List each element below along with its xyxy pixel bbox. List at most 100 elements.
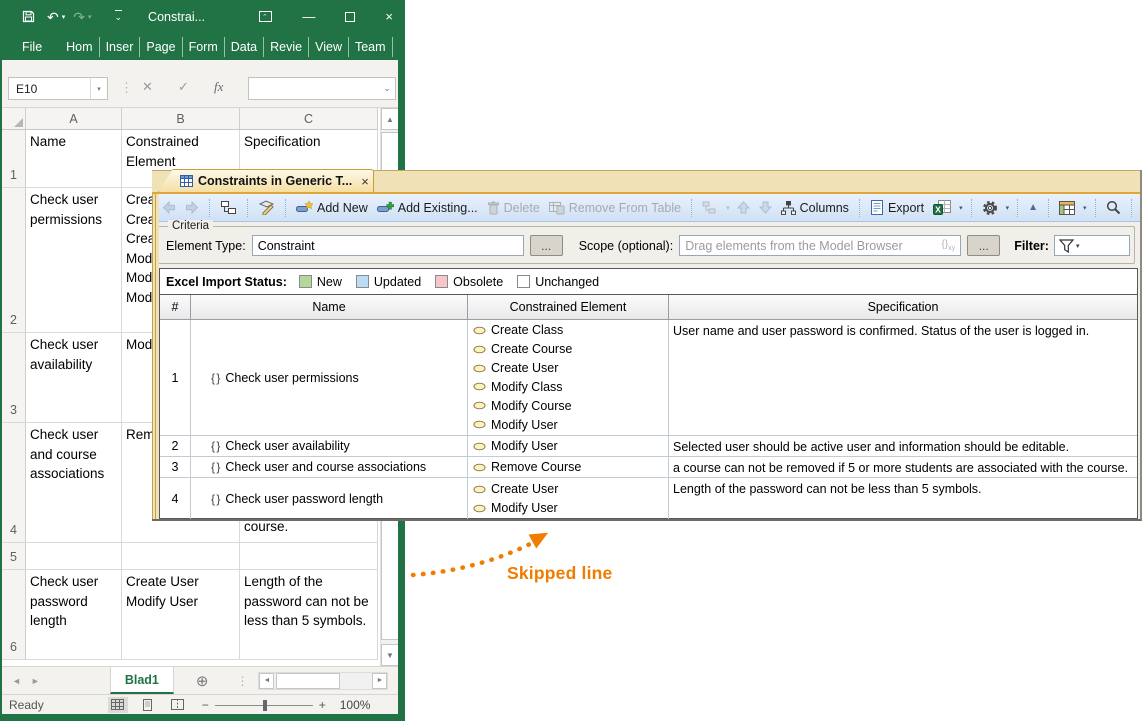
constrained-elements-cell[interactable]: Create Class Create Course Create User Modi… [468, 320, 669, 436]
ribbon-tab-revie[interactable]: Revie [263, 36, 308, 57]
name-box[interactable]: E10 ▾ [8, 77, 108, 100]
specification-cell[interactable]: Selected user should be active user and … [669, 436, 1137, 457]
spreadsheet-cell[interactable] [26, 543, 122, 570]
minimize-icon[interactable]: — [302, 10, 315, 23]
table-row[interactable]: 2 { } Check user availability Modify Use… [160, 436, 1137, 457]
table-view-dropdown-icon[interactable]: ▾ [1083, 204, 1087, 212]
ribbon-tab-team[interactable]: Team [347, 36, 392, 57]
more-ribbon-tabs-icon[interactable]: › [451, 39, 457, 54]
options-gear-icon[interactable] [980, 200, 1000, 216]
insert-function-icon[interactable]: fx [214, 79, 223, 95]
use-case-item[interactable]: Create User [473, 359, 668, 378]
use-case-item[interactable]: Create Class [473, 321, 668, 340]
use-case-item[interactable]: Modify User [473, 437, 668, 455]
row-header[interactable]: 3 [2, 333, 26, 423]
horizontal-scrollbar[interactable]: ◄ ► [258, 671, 389, 690]
undo-dropdown-icon[interactable]: ▾ [62, 13, 66, 21]
row-header[interactable]: 1 [2, 130, 26, 188]
show-in-containment-tree-icon[interactable] [218, 200, 239, 215]
column-header-c[interactable]: C [240, 108, 378, 130]
element-type-input[interactable] [252, 238, 523, 253]
ribbon-tab-file[interactable]: File [16, 37, 48, 57]
ribbon-tab-hom[interactable]: Hom [60, 37, 98, 57]
table-row[interactable]: 3 { } Check user and course associations… [160, 457, 1137, 478]
header-name[interactable]: Name [191, 295, 468, 320]
spreadsheet-cell[interactable]: Check user permissions [26, 188, 122, 333]
spreadsheet-cell[interactable]: Length of the password can not be less t… [240, 570, 378, 660]
constrained-elements-cell[interactable]: Remove Course [468, 457, 669, 478]
edit-specification-icon[interactable] [256, 200, 277, 215]
constrained-elements-cell[interactable]: Modify User [468, 436, 669, 457]
select-all-corner[interactable] [2, 108, 26, 130]
row-header[interactable]: 6 [2, 570, 26, 660]
ribbon-tab-form[interactable]: Form [181, 36, 224, 57]
spreadsheet-cell[interactable]: Create User Modify User [122, 570, 240, 660]
sync-with-excel-icon[interactable]: X [931, 200, 953, 215]
columns-button[interactable]: Columns [779, 200, 851, 215]
zoom-slider[interactable] [214, 699, 313, 711]
scope-field[interactable]: {}xy [679, 235, 962, 256]
ribbon-tab-inser[interactable]: Inser [98, 36, 140, 57]
column-header-a[interactable]: A [26, 108, 122, 130]
collapse-criteria-icon[interactable]: ▲ [1026, 202, 1040, 213]
scroll-down-icon[interactable]: ▼ [381, 644, 399, 666]
header-specification[interactable]: Specification [669, 295, 1137, 320]
column-header-b[interactable]: B [122, 108, 240, 130]
spreadsheet-cell[interactable] [240, 543, 378, 570]
formula-bar[interactable]: ⌄ [248, 77, 396, 100]
sync-excel-dropdown-icon[interactable]: ▾ [959, 204, 963, 212]
add-existing-button[interactable]: Add Existing... [375, 201, 480, 215]
table-row[interactable]: 1 { } Check user permissions Create Clas… [160, 320, 1137, 436]
add-sheet-icon[interactable]: ⊕ [196, 672, 209, 690]
name-box-dropdown-icon[interactable]: ▾ [90, 78, 107, 99]
tab-close-icon[interactable]: × [361, 174, 369, 189]
header-number[interactable]: # [160, 295, 191, 320]
tab-constraints-in-generic-table[interactable]: Constraints in Generic T... × [158, 169, 374, 192]
specification-cell[interactable]: a course can not be removed if 5 or more… [669, 457, 1137, 478]
formula-input[interactable] [249, 81, 379, 96]
scroll-left-icon[interactable]: ◄ [259, 672, 275, 689]
search-icon[interactable] [1104, 200, 1123, 215]
ribbon-tab-data[interactable]: Data [223, 36, 263, 57]
element-type-field[interactable] [251, 235, 524, 256]
row-header[interactable]: 4 [2, 423, 26, 543]
page-break-view-icon[interactable] [168, 697, 188, 713]
spreadsheet-cell[interactable]: Check user availability [26, 333, 122, 423]
add-new-button[interactable]: Add New [294, 201, 370, 215]
zoom-in-icon[interactable]: + [319, 698, 326, 712]
scroll-up-icon[interactable]: ▲ [381, 108, 399, 130]
table-view-options-icon[interactable] [1057, 200, 1077, 215]
undo-icon[interactable]: ↶ [47, 10, 59, 24]
save-icon[interactable] [22, 10, 35, 23]
header-constrained-element[interactable]: Constrained Element [468, 295, 669, 320]
horizontal-scroll-thumb[interactable] [276, 672, 341, 689]
spreadsheet-cell[interactable]: Name [26, 130, 122, 188]
scope-browse-button[interactable]: ... [967, 235, 1001, 256]
use-case-item[interactable]: Create User [473, 480, 668, 499]
constraint-name-cell[interactable]: { } Check user and course associations [191, 457, 468, 478]
formula-bar-expand-icon[interactable]: ⌄ [379, 83, 395, 94]
filter-button[interactable]: ▾ [1053, 235, 1130, 256]
close-icon[interactable]: × [385, 10, 393, 23]
use-case-item[interactable]: Remove Course [473, 458, 668, 476]
maximize-icon[interactable] [345, 11, 356, 22]
scope-input[interactable] [680, 238, 942, 253]
normal-view-icon[interactable] [107, 696, 128, 713]
use-case-item[interactable]: Modify Course [473, 396, 668, 415]
use-case-item[interactable]: Create Course [473, 340, 668, 359]
specification-cell[interactable]: User name and user password is confirmed… [669, 320, 1137, 436]
zoom-out-icon[interactable]: − [202, 698, 209, 712]
use-case-item[interactable]: Modify Class [473, 378, 668, 397]
specification-cell[interactable]: Length of the password can not be less t… [669, 478, 1137, 519]
page-layout-view-icon[interactable] [138, 697, 158, 713]
spreadsheet-cell[interactable] [122, 543, 240, 570]
row-header[interactable]: 5 [2, 543, 26, 570]
constraint-name-cell[interactable]: { } Check user permissions [191, 320, 468, 436]
ribbon-display-options-icon[interactable] [259, 11, 273, 23]
element-type-browse-button[interactable]: ... [529, 235, 563, 256]
constraint-name-cell[interactable]: { } Check user availability [191, 436, 468, 457]
scroll-right-icon[interactable]: ► [372, 672, 388, 689]
options-dropdown-icon[interactable]: ▾ [1006, 204, 1010, 212]
export-button[interactable]: Export [868, 200, 926, 215]
zoom-level[interactable]: 100% [340, 698, 371, 712]
